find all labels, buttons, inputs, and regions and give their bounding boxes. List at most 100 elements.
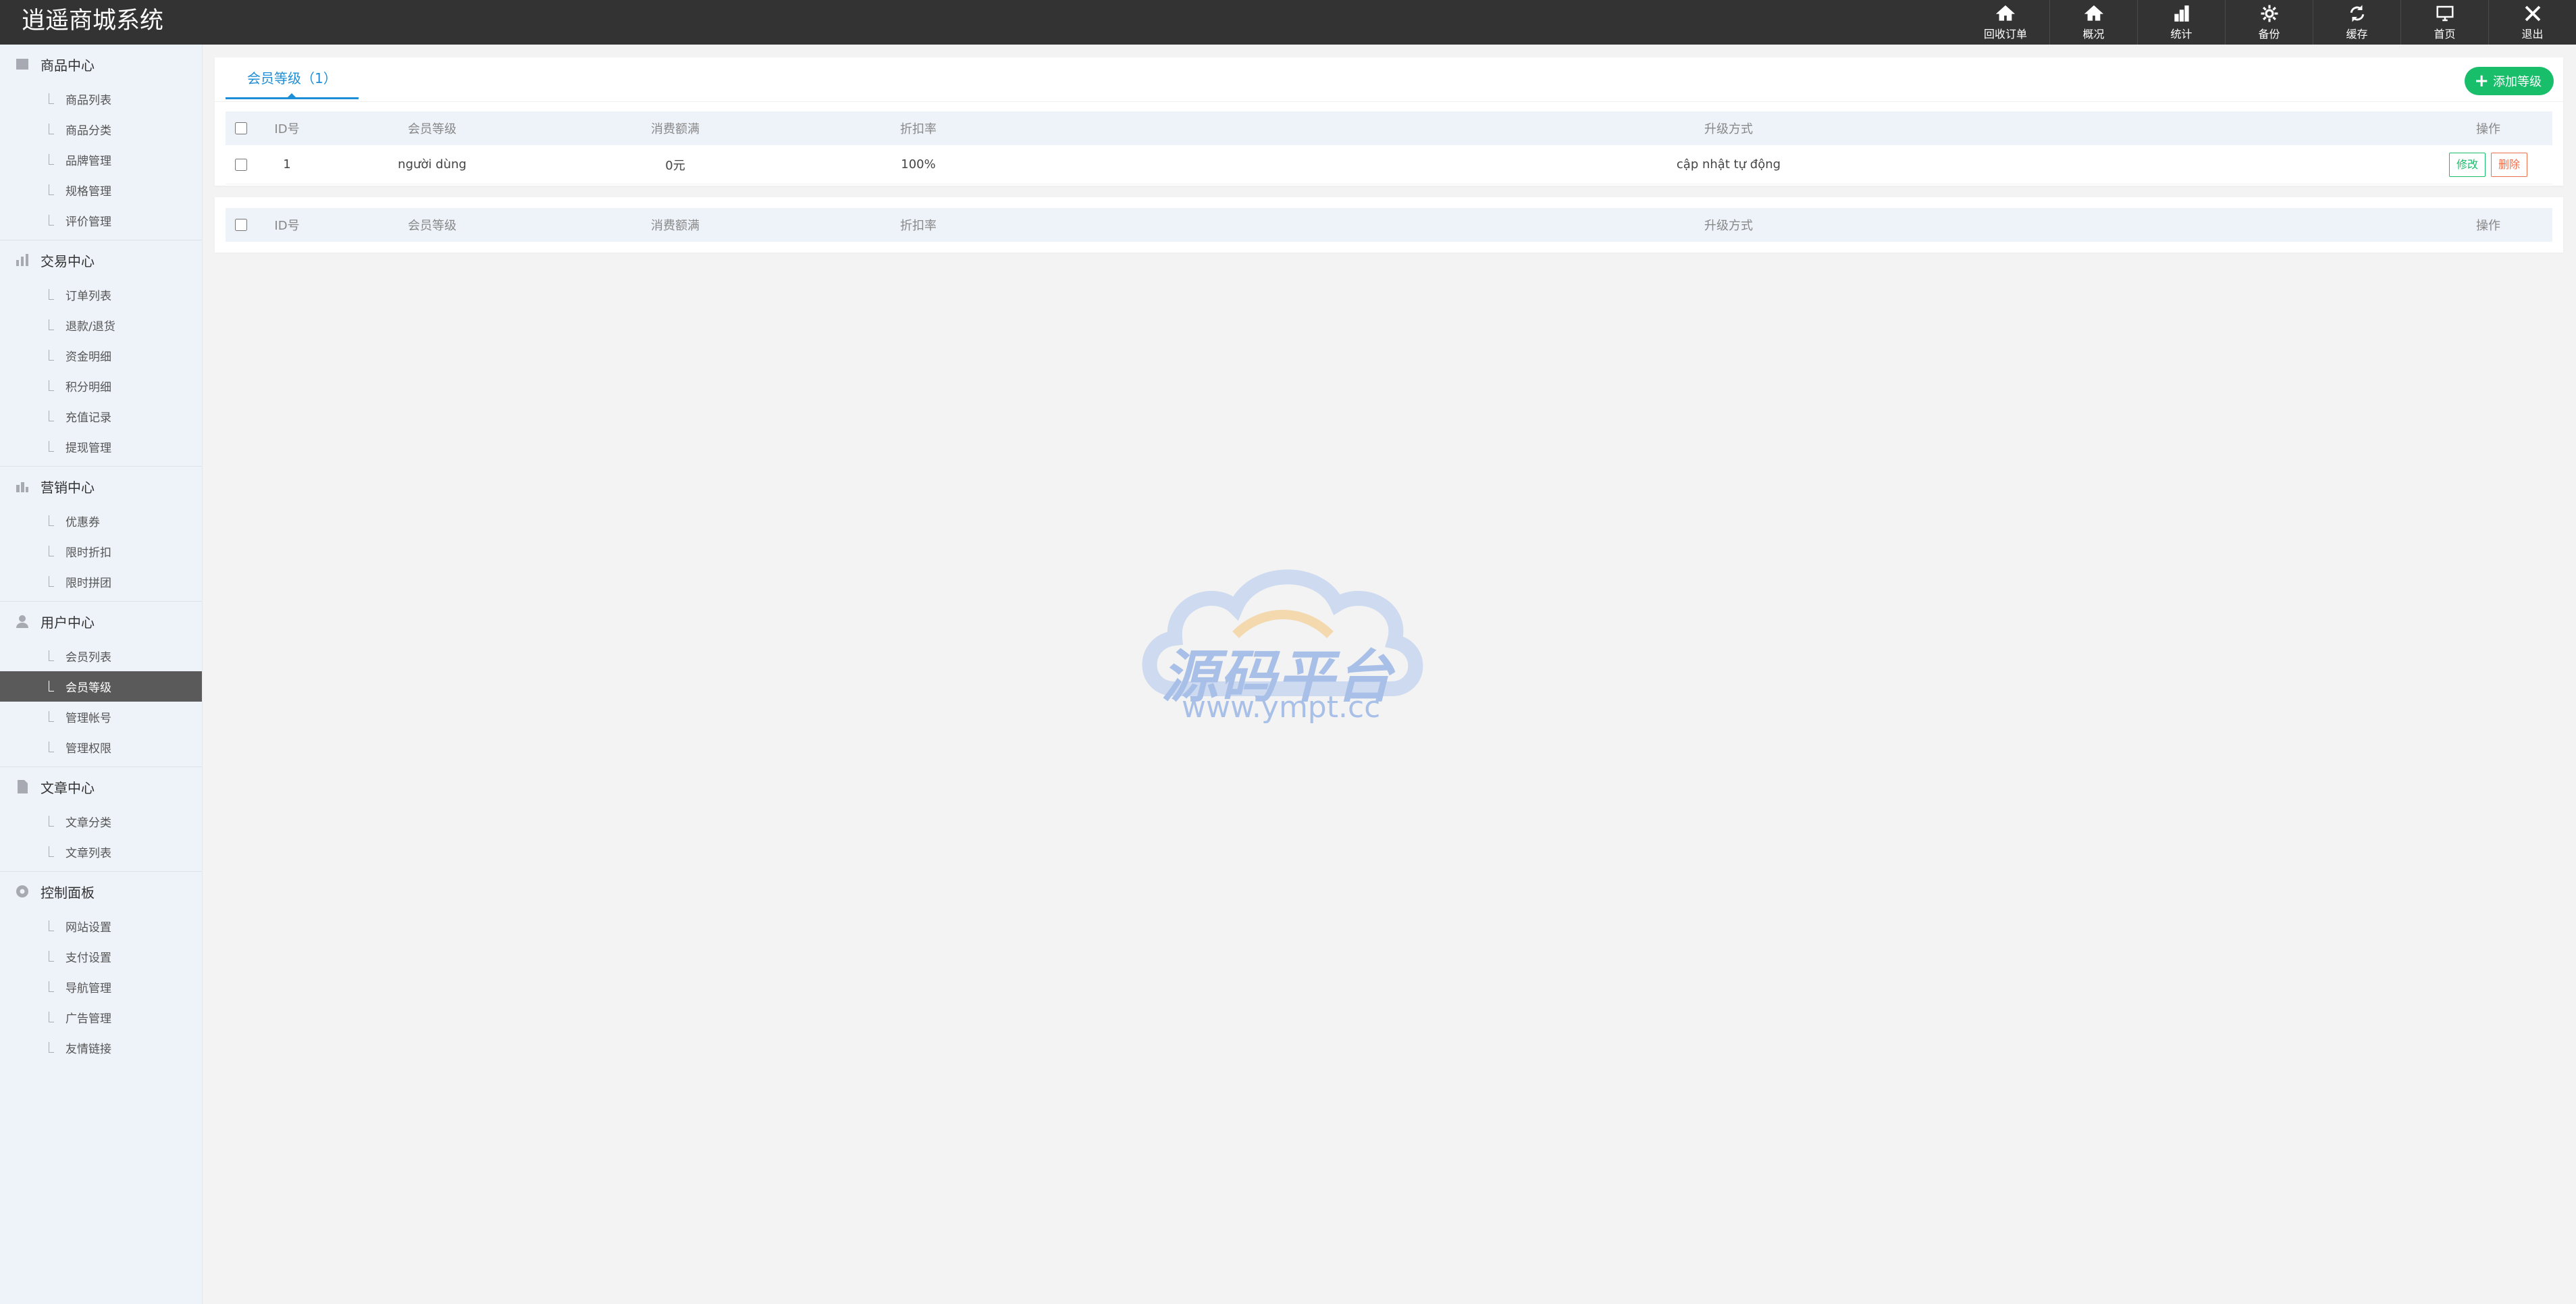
sidebar-group-title: 交易中心 <box>41 253 95 269</box>
edit-button[interactable]: 修改 <box>2448 152 2486 177</box>
select-all-checkbox[interactable] <box>235 122 247 134</box>
sidebar-item-spec[interactable]: 规格管理 <box>0 175 202 205</box>
sidebar-item-admin-accounts[interactable]: 管理帐号 <box>0 702 202 732</box>
sidebar-item-group-buy[interactable]: 限时拼团 <box>0 567 202 597</box>
sidebar-item-payment-settings[interactable]: 支付设置 <box>0 941 202 972</box>
sidebar-item-label: 会员列表 <box>65 651 111 664</box>
table-header: ID号 会员等级 消费额满 折扣率 升级方式 操作 <box>226 208 2552 242</box>
sidebar-item-label: 管理权限 <box>65 742 111 756</box>
sidebar-item-refunds[interactable]: 退款/退货 <box>0 310 202 340</box>
sidebar-item-label: 限时拼团 <box>65 577 111 590</box>
plus-icon: + <box>2474 71 2489 91</box>
sidebar-item-member-level[interactable]: 会员等级 <box>0 671 202 702</box>
sidebar-item-funds[interactable]: 资金明细 <box>0 340 202 371</box>
top-nav-home[interactable]: 首页 <box>2400 0 2488 45</box>
sidebar-group-header[interactable]: 文章中心 <box>0 767 202 806</box>
sidebar-item-product-category[interactable]: 商品分类 <box>0 114 202 145</box>
cell-id: 1 <box>283 157 291 172</box>
sidebar-group-control: 控制面板 网站设置 支付设置 导航管理 广告管理 友情链接 <box>0 872 202 1067</box>
sidebar-item-label: 品牌管理 <box>65 155 111 168</box>
sidebar-item-label: 商品列表 <box>65 94 111 107</box>
select-all-cell <box>226 219 257 231</box>
top-nav-cache[interactable]: 缓存 <box>2313 0 2400 45</box>
sidebar-item-label: 充值记录 <box>65 411 111 425</box>
add-level-button[interactable]: + 添加等级 <box>2465 67 2554 95</box>
top-nav-backup[interactable]: 备份 <box>2225 0 2313 45</box>
top-nav-label: 统计 <box>2170 28 2192 41</box>
cell-level: người dùng <box>398 157 467 172</box>
top-nav-recycle-orders[interactable]: 回收订单 <box>1962 0 2049 45</box>
member-level-panel: 会员等级（1） + 添加等级 ID号 会员等级 消费额满 折扣率 升级方式 操作… <box>215 57 2563 186</box>
col-level: 会员等级 <box>408 219 456 233</box>
top-nav-label: 首页 <box>2434 28 2456 41</box>
sidebar-item-article-category[interactable]: 文章分类 <box>0 806 202 837</box>
sidebar-item-label: 网站设置 <box>65 921 111 935</box>
col-discount: 折扣率 <box>900 219 937 233</box>
sidebar-item-member-list[interactable]: 会员列表 <box>0 641 202 671</box>
top-nav-logout[interactable]: 退出 <box>2488 0 2576 45</box>
chart-icon <box>14 477 31 495</box>
col-spend: 消费额满 <box>651 122 700 136</box>
sidebar-item-admin-permissions[interactable]: 管理权限 <box>0 732 202 762</box>
sidebar-item-review[interactable]: 评价管理 <box>0 205 202 236</box>
col-level: 会员等级 <box>408 122 456 136</box>
select-all-checkbox[interactable] <box>235 219 247 231</box>
sidebar-item-article-list[interactable]: 文章列表 <box>0 837 202 867</box>
refresh-icon <box>2347 0 2367 27</box>
sidebar-item-brand[interactable]: 品牌管理 <box>0 145 202 175</box>
tab-strip: 会员等级（1） + 添加等级 <box>215 57 2563 102</box>
secondary-table-panel: ID号 会员等级 消费额满 折扣率 升级方式 操作 <box>215 197 2563 253</box>
document-icon <box>14 778 31 796</box>
col-ops: 操作 <box>2476 219 2500 233</box>
sidebar-group-title: 控制面板 <box>41 884 95 901</box>
sidebar-group-trade: 交易中心 订单列表 退款/退货 资金明细 积分明细 充值记录 提现管理 <box>0 240 202 467</box>
gear-icon <box>2259 0 2280 27</box>
sidebar-group-header[interactable]: 控制面板 <box>0 872 202 911</box>
sidebar-item-ad-management[interactable]: 广告管理 <box>0 1002 202 1033</box>
sidebar-item-recharge[interactable]: 充值记录 <box>0 401 202 432</box>
box-icon <box>14 55 31 73</box>
col-discount: 折扣率 <box>900 122 937 136</box>
sidebar-item-withdraw[interactable]: 提现管理 <box>0 432 202 462</box>
secondary-table: ID号 会员等级 消费额满 折扣率 升级方式 操作 <box>226 208 2552 242</box>
sidebar-item-nav-management[interactable]: 导航管理 <box>0 972 202 1002</box>
top-nav-overview[interactable]: 概况 <box>2049 0 2137 45</box>
home-icon <box>1995 0 2016 27</box>
sidebar-item-label: 规格管理 <box>65 185 111 199</box>
sidebar-item-coupons[interactable]: 优惠券 <box>0 506 202 536</box>
row-checkbox[interactable] <box>235 158 247 171</box>
app-title: 逍遥商城系统 <box>22 7 164 34</box>
sidebar-item-label: 广告管理 <box>65 1012 111 1026</box>
close-icon <box>2523 0 2543 27</box>
sidebar-item-product-list[interactable]: 商品列表 <box>0 84 202 114</box>
top-nav-label: 退出 <box>2521 28 2544 41</box>
sidebar-item-site-settings[interactable]: 网站设置 <box>0 911 202 941</box>
sidebar-group-header[interactable]: 营销中心 <box>0 467 202 506</box>
sidebar-item-flash-discount[interactable]: 限时折扣 <box>0 536 202 567</box>
delete-button[interactable]: 删除 <box>2491 152 2528 177</box>
table-header: ID号 会员等级 消费额满 折扣率 升级方式 操作 <box>226 111 2552 145</box>
sidebar-item-label: 管理帐号 <box>65 712 111 725</box>
sidebar-item-friend-links[interactable]: 友情链接 <box>0 1033 202 1063</box>
add-level-label: 添加等级 <box>2493 75 2542 89</box>
sidebar-item-orders[interactable]: 订单列表 <box>0 280 202 310</box>
top-bar: 逍遥商城系统 回收订单 概况 统计 备份 缓存 首页 退出 <box>0 0 2576 45</box>
table-row: 1 người dùng 0元 100% cập nhật tự động 修改… <box>226 145 2552 184</box>
sidebar-group-header[interactable]: 商品中心 <box>0 45 202 84</box>
sidebar-item-label: 文章列表 <box>65 847 111 860</box>
sidebar-item-label: 优惠券 <box>65 516 100 529</box>
sidebar-item-label: 友情链接 <box>65 1043 111 1056</box>
sidebar-group-title: 用户中心 <box>41 614 95 631</box>
sidebar-group-header[interactable]: 用户中心 <box>0 602 202 641</box>
sidebar-item-label: 退款/退货 <box>65 320 115 334</box>
sidebar-item-points[interactable]: 积分明细 <box>0 371 202 401</box>
sidebar-item-label: 评价管理 <box>65 215 111 229</box>
sidebar-item-label: 提现管理 <box>65 442 111 455</box>
cell-upgrade: cập nhật tự động <box>1676 157 1781 172</box>
sidebar: 商品中心 商品列表 商品分类 品牌管理 规格管理 评价管理 交易中心 订单列表 … <box>0 45 203 1304</box>
top-nav-label: 概况 <box>2082 28 2105 41</box>
top-nav-stats[interactable]: 统计 <box>2137 0 2225 45</box>
tab-member-level[interactable]: 会员等级（1） <box>226 57 359 99</box>
user-icon <box>14 612 31 630</box>
sidebar-group-header[interactable]: 交易中心 <box>0 240 202 280</box>
